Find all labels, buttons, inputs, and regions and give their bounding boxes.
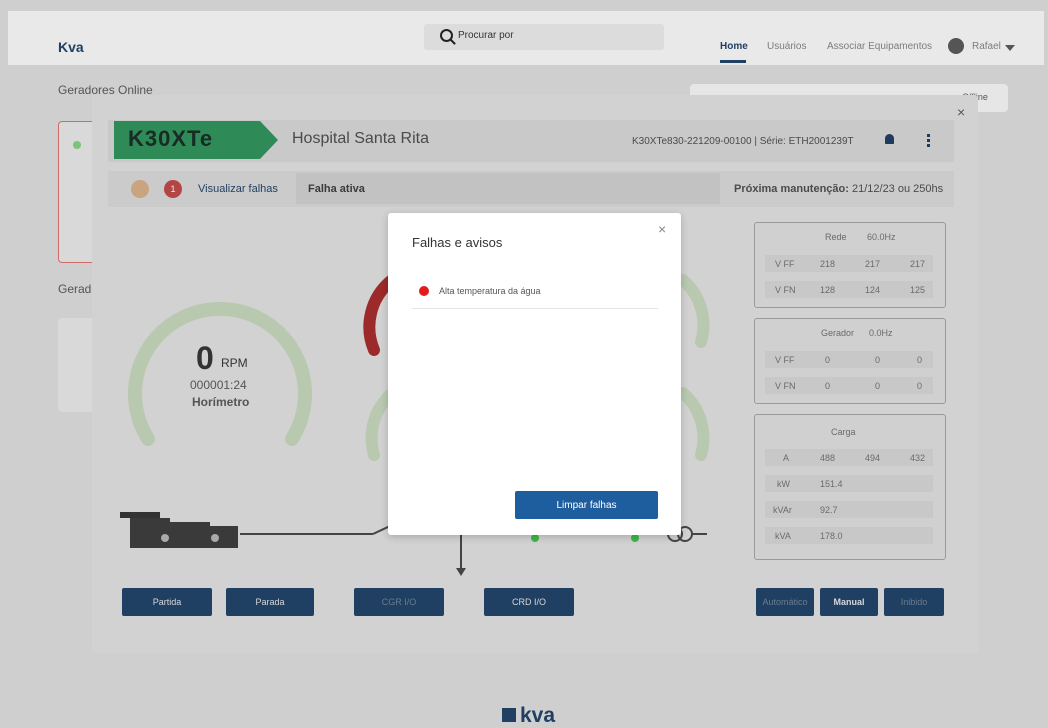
cell-value: 217 xyxy=(865,259,881,269)
alarm-message: Alta temperatura da água xyxy=(439,286,541,296)
maintenance-label: Próxima manutenção: xyxy=(734,183,849,195)
nav-associar-equipamentos[interactable]: Associar Equipamentos xyxy=(827,41,932,52)
cell-value: 128 xyxy=(820,285,836,295)
close-icon[interactable]: × xyxy=(658,221,666,237)
active-fault-banner: Falha ativa xyxy=(296,173,720,204)
table-row: A 488 494 432 xyxy=(765,449,933,466)
nav-home-underline xyxy=(720,60,746,63)
dialog-divider xyxy=(412,308,658,309)
top-navbar: Procurar por xyxy=(8,11,1044,65)
row-label: V FF xyxy=(775,259,795,269)
cell-value: 0 xyxy=(917,355,923,365)
model-logo-text: K30XTe xyxy=(128,126,214,151)
cell-value: 494 xyxy=(865,453,881,463)
table-row: V FN 128 124 125 xyxy=(765,281,933,298)
rpm-unit: RPM xyxy=(221,356,248,370)
section-title-offline: Gerad xyxy=(58,282,92,296)
fault-count-badge: 1 xyxy=(164,180,182,198)
cell-value: 0 xyxy=(875,355,881,365)
table-row: V FF 0 0 0 xyxy=(765,351,933,368)
crd-io-button[interactable]: CRD I/O xyxy=(484,588,574,616)
footer-logo-icon xyxy=(502,708,516,722)
search-input[interactable]: Procurar por xyxy=(458,30,514,41)
chevron-down-icon[interactable] xyxy=(1005,45,1015,51)
automatico-button[interactable]: Automático xyxy=(756,588,814,616)
cell-value: 488 xyxy=(820,453,836,463)
footer-logo: kva xyxy=(520,704,556,727)
cell-value: 218 xyxy=(820,259,836,269)
status-indicator xyxy=(131,180,149,198)
cell-value: 432 xyxy=(910,453,926,463)
user-avatar-icon[interactable] xyxy=(948,38,964,54)
row-label: A xyxy=(783,453,790,463)
row-label: V FF xyxy=(775,355,795,365)
rede-title: Rede xyxy=(825,232,847,242)
alarm-indicator-icon xyxy=(419,286,429,296)
partida-button[interactable]: Partida xyxy=(122,588,212,616)
carga-table: Carga A 488 494 432 kW 151.4 kVAr 92.7 k… xyxy=(754,414,946,560)
cell-value: 217 xyxy=(910,259,926,269)
hour-meter-value: 000001:24 xyxy=(190,378,247,392)
more-menu-icon[interactable] xyxy=(927,134,930,149)
cell-value: 124 xyxy=(865,285,881,295)
fuel-gauge xyxy=(677,274,710,348)
row-label: V FN xyxy=(775,381,796,391)
cell-value: 0 xyxy=(825,355,831,365)
bell-icon[interactable] xyxy=(885,134,894,144)
row-label: V FN xyxy=(775,285,796,295)
device-name: Hospital Santa Rita xyxy=(292,130,429,147)
row-label: kVA xyxy=(775,531,791,541)
search-bar[interactable]: Procurar por xyxy=(424,24,664,50)
maintenance-value: 21/12/23 ou 250hs xyxy=(851,183,944,195)
nav-usuarios[interactable]: Usuários xyxy=(767,41,806,52)
faults-dialog: Falhas e avisos × Alta temperatura da ág… xyxy=(388,213,681,535)
parada-button[interactable]: Parada xyxy=(226,588,314,616)
rede-frequency: 60.0Hz xyxy=(867,232,896,242)
user-name[interactable]: Rafael xyxy=(972,41,1001,52)
cell-value: 0 xyxy=(917,381,923,391)
hour-meter-label: Horímetro xyxy=(192,395,250,409)
gerador-title: Gerador xyxy=(821,328,855,338)
cell-value: 151.4 xyxy=(820,479,843,489)
row-label: kVAr xyxy=(773,505,792,515)
next-maintenance: Próxima manutenção: 21/12/23 ou 250hs xyxy=(734,183,943,195)
table-row: kW 151.4 xyxy=(765,475,933,492)
cell-value: 92.7 xyxy=(820,505,838,515)
clear-faults-button[interactable]: Limpar falhas xyxy=(515,491,658,519)
manual-button[interactable]: Manual xyxy=(820,588,878,616)
table-row: kVA 178.0 xyxy=(765,527,933,544)
battery-gauge xyxy=(677,387,710,461)
inibido-button[interactable]: Inibido xyxy=(884,588,944,616)
view-faults-link[interactable]: Visualizar falhas xyxy=(198,183,278,195)
carga-title: Carga xyxy=(831,427,856,437)
cgr-io-button[interactable]: CGR I/O xyxy=(354,588,444,616)
table-row: V FF 218 217 217 xyxy=(765,255,933,272)
close-icon[interactable]: × xyxy=(957,104,965,120)
rede-table: Rede 60.0Hz V FF 218 217 217 V FN 128 12… xyxy=(754,222,946,308)
rpm-value: 0 xyxy=(196,340,214,376)
row-label: kW xyxy=(777,479,790,489)
cell-value: 0 xyxy=(825,381,831,391)
cell-value: 178.0 xyxy=(820,531,843,541)
nav-home[interactable]: Home xyxy=(720,41,748,52)
cell-value: 125 xyxy=(910,285,926,295)
brand-logo[interactable]: Kva xyxy=(58,39,84,55)
search-icon xyxy=(440,29,453,42)
status-dot-icon xyxy=(73,141,81,149)
rpm-gauge xyxy=(128,301,312,446)
gerador-frequency: 0.0Hz xyxy=(869,328,893,338)
table-row: kVAr 92.7 xyxy=(765,501,933,518)
active-fault-label: Falha ativa xyxy=(308,183,365,195)
cell-value: 0 xyxy=(875,381,881,391)
gerador-table: Gerador 0.0Hz V FF 0 0 0 V FN 0 0 0 xyxy=(754,318,946,404)
table-row: V FN 0 0 0 xyxy=(765,377,933,394)
device-serial: K30XTe830-221209-00100 | Série: ETH20012… xyxy=(632,136,854,147)
dialog-title: Falhas e avisos xyxy=(412,235,503,250)
